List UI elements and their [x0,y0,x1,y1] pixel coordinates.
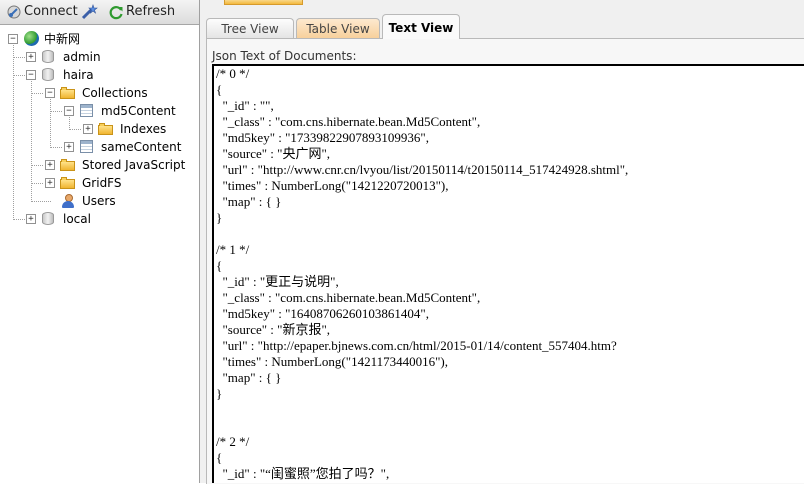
collapse-icon[interactable]: − [8,34,18,44]
collapse-icon[interactable]: − [64,106,74,116]
left-pane: Connect Refresh − 中新网 + admin − haira − … [0,0,200,483]
code-line: } [216,386,223,401]
query-tab-strip[interactable] [224,0,303,5]
code-line: "source" : "新京报", [216,322,331,337]
expand-icon[interactable]: + [45,160,55,170]
tab-text-view[interactable]: Text View [382,14,460,39]
table-icon [80,140,93,153]
tree-connector [50,147,62,148]
tree-connector [31,183,43,184]
collapse-icon[interactable]: − [45,88,55,98]
tree-node-label: GridFS [82,176,122,190]
tree-connector [31,201,51,202]
expand-icon[interactable]: + [45,178,55,188]
expand-icon[interactable]: + [26,214,36,224]
expand-icon[interactable]: + [26,52,36,62]
folder-icon [60,159,75,171]
database-icon [42,68,54,81]
collapse-icon[interactable]: − [26,70,36,80]
code-line: /* 0 */ [216,66,250,81]
tree-node-label: local [63,212,91,226]
code-line: "map" : { } [216,370,282,385]
tree-connector [31,93,43,94]
database-tree: − 中新网 + admin − haira − Collections − md… [0,28,199,483]
database-icon [42,50,54,63]
tree-node-label: sameContent [101,140,182,154]
folder-icon [98,123,113,135]
folder-icon [60,177,75,189]
tree-connector [50,97,51,148]
expand-icon[interactable]: + [83,124,93,134]
code-line: "url" : "http://www.cnr.cn/lvyou/list/20… [216,162,629,177]
right-pane: Tree View Table View Text View Json Text… [200,0,804,484]
code-line: "times" : NumberLong("1421220720013"), [216,178,449,193]
code-line: "md5key" : "16408706260103861404", [216,306,429,321]
table-icon [80,104,93,117]
tab-table-view[interactable]: Table View [296,18,380,39]
view-tabs: Tree View Table View Text View [200,14,804,39]
tree-node-label: Users [82,194,116,208]
wand-icon [80,3,98,21]
code-line: "times" : NumberLong("1421173440016"), [216,354,448,369]
code-line: "_class" : "com.cns.hibernate.bean.Md5Co… [216,290,481,305]
tree-node-label: Indexes [120,122,167,136]
code-line: "map" : { } [216,194,282,209]
code-line: { [216,258,223,273]
code-line: { [216,450,223,465]
code-line: "md5key" : "17339822907893109936", [216,130,429,145]
database-icon [42,212,54,225]
refresh-label: Refresh [126,4,176,19]
tree-node-label: Stored JavaScript [82,158,186,172]
tree-node-label: Collections [82,86,148,100]
tree-connector [50,111,62,112]
code-line: "_id" : "", [216,98,274,113]
connect-label: Connect [24,4,78,19]
code-line: "url" : "http://epaper.bjnews.com.cn/htm… [216,338,617,353]
code-line: "_class" : "com.cns.hibernate.bean.Md5Co… [216,114,481,129]
expand-icon[interactable]: + [64,142,74,152]
folder-icon [60,87,75,99]
tree-node-label: md5Content [101,104,176,118]
code-line: "_id" : "更正与说明", [216,274,339,289]
connect-icon [6,4,22,20]
connect-button[interactable]: Connect [6,3,78,21]
json-text-label: Json Text of Documents: [212,49,357,63]
tree-connector [69,129,81,130]
tree-node-label: haira [63,68,94,82]
code-line: } [216,210,223,225]
tree-node-label: admin [63,50,101,64]
tree-connector [69,115,70,130]
tab-tree-view[interactable]: Tree View [206,18,294,39]
code-line: /* 2 */ [216,434,250,449]
code-line: "_id" : "“闺蜜照”您拍了吗？", [216,466,390,481]
globe-icon [24,31,39,46]
wand-button[interactable] [80,3,98,21]
tree-connector [13,43,14,220]
refresh-icon [108,4,124,20]
tree-connector [13,219,25,220]
code-line: "source" : "央广网", [216,146,331,161]
json-text-editor[interactable]: /* 0 */{ "_id" : "", "_class" : "com.cns… [212,64,804,483]
user-icon [61,194,75,208]
editor-lines: /* 0 */{ "_id" : "", "_class" : "com.cns… [216,66,628,483]
code-line: { [216,82,223,97]
code-line: /* 1 */ [216,242,250,257]
tree-node-label: 中新网 [44,32,81,46]
tree-connector [13,57,25,58]
toolbar: Connect Refresh [0,0,199,25]
refresh-button[interactable]: Refresh [108,3,175,21]
tree-connector [31,165,43,166]
tree-connector [13,75,25,76]
